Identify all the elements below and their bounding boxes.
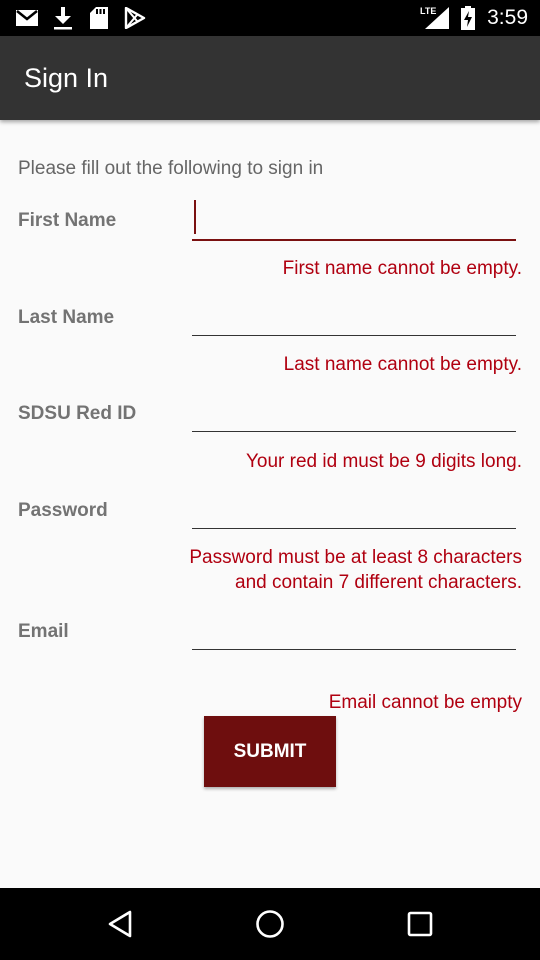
back-icon: [108, 910, 132, 938]
sd-card-icon: [88, 0, 110, 36]
last-name-label: Last Name: [18, 307, 115, 328]
play-store-icon: [122, 0, 148, 36]
signal-icon: [424, 0, 450, 36]
submit-button[interactable]: SUBMIT: [204, 716, 336, 787]
download-icon: [52, 0, 74, 36]
navigation-bar: [0, 888, 540, 960]
red-id-input[interactable]: [192, 388, 516, 432]
email-error: Email cannot be empty: [328, 692, 522, 713]
last-name-input[interactable]: [192, 292, 516, 336]
recents-icon: [407, 911, 433, 937]
red-id-error: Your red id must be 9 digits long.: [245, 451, 522, 472]
last-name-error: Last name cannot be empty.: [283, 354, 522, 375]
page-title: Sign In: [24, 63, 109, 93]
first-name-input[interactable]: [192, 197, 516, 241]
first-name-error: First name cannot be empty.: [282, 258, 522, 279]
home-button[interactable]: [230, 888, 310, 960]
recents-button[interactable]: [380, 888, 460, 960]
status-bar: LTE 3:59: [0, 0, 540, 36]
email-label: Email: [18, 621, 69, 642]
password-label: Password: [18, 500, 108, 521]
first-name-label: First Name: [18, 210, 117, 231]
password-error-line1: Password must be at least 8 characters: [189, 547, 522, 568]
home-icon: [256, 910, 284, 938]
password-error-line2: and contain 7 different characters.: [235, 572, 522, 593]
password-input[interactable]: [192, 485, 516, 529]
email-input[interactable]: [192, 606, 516, 650]
password-error: Password must be at least 8 characters a…: [189, 545, 522, 595]
text-cursor: [194, 200, 196, 234]
red-id-label: SDSU Red ID: [18, 403, 137, 424]
form-intro: Please fill out the following to sign in: [18, 158, 324, 179]
gmail-icon: [14, 0, 40, 36]
status-time: 3:59: [487, 6, 528, 29]
back-button[interactable]: [80, 888, 160, 960]
battery-charging-icon: [458, 0, 478, 36]
app-bar: Sign In: [0, 36, 540, 120]
